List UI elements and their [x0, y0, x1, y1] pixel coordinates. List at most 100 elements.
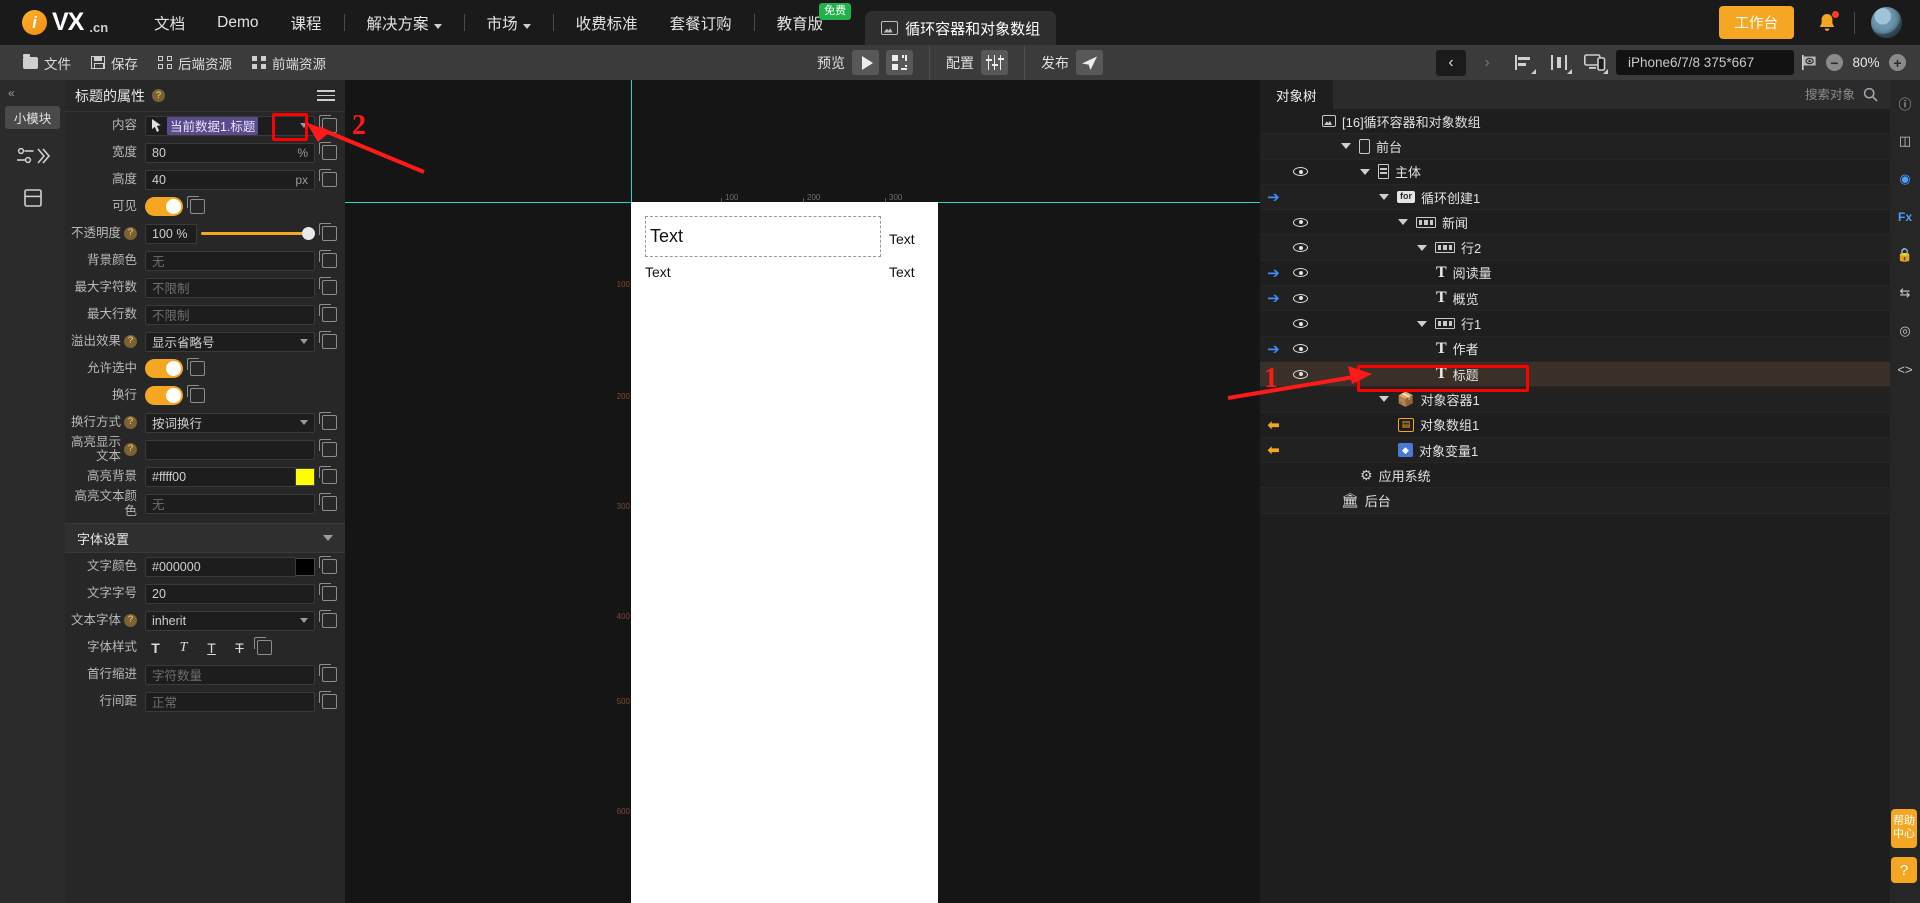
- underline-button[interactable]: T: [201, 638, 222, 657]
- nav-item-packages[interactable]: 套餐订购: [654, 0, 748, 45]
- nav-item-docs[interactable]: 文档: [138, 0, 201, 45]
- nav-item-solutions[interactable]: 解决方案: [351, 0, 458, 45]
- visibility-cell[interactable]: [1287, 286, 1314, 311]
- tree-row-label-group[interactable]: 🏛 后台: [1341, 491, 1391, 510]
- property-input[interactable]: 正常: [145, 691, 315, 712]
- copy-icon[interactable]: [319, 691, 337, 709]
- copy-icon[interactable]: [319, 277, 337, 295]
- nav-item-pricing[interactable]: 收费标准: [560, 0, 654, 45]
- publish-button[interactable]: [1076, 50, 1103, 75]
- chevron-down-icon[interactable]: [300, 339, 308, 344]
- color-swatch[interactable]: [295, 557, 315, 576]
- goto-arrow-icon[interactable]: ➔: [1267, 340, 1280, 358]
- color-swatch[interactable]: [295, 467, 315, 486]
- nav-item-demo[interactable]: Demo: [201, 0, 274, 45]
- copy-icon[interactable]: [319, 331, 337, 349]
- goto-arrow-icon[interactable]: ➔: [1267, 264, 1280, 282]
- device-selector[interactable]: iPhone6/7/8 375*667: [1616, 50, 1794, 75]
- visibility-cell[interactable]: [1287, 336, 1314, 361]
- small-module-button[interactable]: 小模块: [5, 106, 60, 129]
- plugins-icon[interactable]: ◉: [1890, 164, 1920, 194]
- help-center-button[interactable]: 帮助中心: [1891, 808, 1917, 848]
- goto-arrow-icon[interactable]: ➔: [1267, 188, 1280, 206]
- redo-forward-button[interactable]: ›: [1472, 50, 1502, 76]
- tree-row[interactable]: [16]循环容器和对象数组: [1260, 109, 1890, 135]
- visibility-toggle-icon[interactable]: [1800, 54, 1820, 71]
- preview-play-button[interactable]: [852, 50, 879, 75]
- back-arrow-icon[interactable]: ⬅: [1267, 416, 1280, 434]
- eye-icon[interactable]: [1293, 319, 1308, 329]
- goto-arrow-icon[interactable]: ➔: [1267, 289, 1280, 307]
- property-input[interactable]: [145, 439, 315, 460]
- selected-element-outline[interactable]: Text: [645, 216, 881, 257]
- help-icon[interactable]: ?: [124, 443, 137, 456]
- workbench-button[interactable]: 工作台: [1718, 6, 1794, 39]
- property-toggle[interactable]: [145, 197, 183, 216]
- lock-icon[interactable]: 🔒: [1890, 240, 1920, 270]
- undo-back-button[interactable]: ‹: [1436, 49, 1466, 76]
- font-settings-section-header[interactable]: 字体设置: [65, 523, 345, 553]
- italic-button[interactable]: T: [173, 638, 194, 657]
- visibility-cell[interactable]: [1287, 260, 1314, 285]
- visibility-cell[interactable]: [1287, 159, 1314, 184]
- notification-bell-icon[interactable]: [1816, 10, 1839, 35]
- nav-item-courses[interactable]: 课程: [275, 0, 338, 45]
- qr-code-button[interactable]: [886, 50, 913, 75]
- tree-row[interactable]: 行1: [1260, 311, 1890, 337]
- tree-row-label-group[interactable]: 主体: [1360, 162, 1421, 181]
- file-menu-button[interactable]: 文件: [14, 49, 80, 77]
- component-list-icon[interactable]: [13, 141, 53, 171]
- chevron-down-icon[interactable]: [300, 123, 308, 128]
- help-icon[interactable]: ?: [152, 89, 165, 102]
- tree-row-label-group[interactable]: ⚙ 应用系统: [1360, 466, 1431, 485]
- align-horizontal-button[interactable]: [1508, 50, 1538, 76]
- copy-icon[interactable]: [319, 664, 337, 682]
- copy-icon[interactable]: [187, 358, 205, 376]
- copy-icon[interactable]: [319, 250, 337, 268]
- back-arrow-icon[interactable]: ⬅: [1267, 441, 1280, 459]
- copy-icon[interactable]: [319, 223, 337, 241]
- tree-row[interactable]: 主体: [1260, 160, 1890, 185]
- help-icon[interactable]: ?: [124, 335, 137, 348]
- tree-row[interactable]: 行2: [1260, 235, 1890, 261]
- property-input[interactable]: 无: [145, 493, 315, 514]
- copy-icon[interactable]: [319, 412, 337, 430]
- tree-row-label-group[interactable]: [16]循环容器和对象数组: [1322, 112, 1481, 131]
- code-icon[interactable]: <>: [1890, 354, 1920, 384]
- tree-row-label-group[interactable]: T 作者: [1436, 339, 1479, 358]
- copy-icon[interactable]: [319, 142, 337, 160]
- expand-arrow-icon[interactable]: [1417, 244, 1427, 251]
- tree-row-label-group[interactable]: 📦 对象容器1: [1379, 390, 1480, 409]
- property-toggle[interactable]: [145, 386, 183, 405]
- tree-row[interactable]: ➔ for 循环创建1: [1260, 184, 1890, 211]
- search-input[interactable]: [1705, 87, 1855, 102]
- frontend-resource-button[interactable]: 前端资源: [243, 49, 335, 77]
- help-icon[interactable]: ?: [124, 614, 137, 627]
- copy-icon[interactable]: [187, 196, 205, 214]
- zoom-in-button[interactable]: +: [1889, 54, 1906, 71]
- nav-item-education[interactable]: 教育版 免费: [761, 0, 852, 45]
- eye-icon[interactable]: [1293, 293, 1308, 303]
- tree-row-label-group[interactable]: 前台: [1341, 137, 1402, 156]
- tree-row-label-group[interactable]: T 标题: [1436, 365, 1479, 384]
- tree-row[interactable]: ➔ T 阅读量: [1260, 260, 1890, 287]
- tree-row[interactable]: ➔ T 作者: [1260, 336, 1890, 362]
- backend-resource-button[interactable]: 后端资源: [149, 49, 241, 77]
- tree-row-label-group[interactable]: ▤ 对象数组1: [1398, 415, 1479, 434]
- property-input[interactable]: 不限制: [145, 277, 315, 298]
- help-icon[interactable]: ?: [124, 416, 137, 429]
- tab-object-tree[interactable]: 对象树: [1260, 80, 1333, 109]
- eye-icon[interactable]: [1293, 217, 1308, 227]
- expand-arrow-icon[interactable]: [1398, 219, 1408, 226]
- property-input[interactable]: #ffff00: [145, 466, 296, 487]
- design-canvas[interactable]: 100 200 300 100 200 300 400 500 600 Text…: [345, 80, 1260, 903]
- property-input[interactable]: 40 px: [145, 169, 315, 190]
- tree-row-label-group[interactable]: T 阅读量: [1436, 263, 1492, 282]
- slider-knob[interactable]: [302, 227, 315, 240]
- info-panel-icon[interactable]: ⓘ: [1890, 88, 1920, 118]
- bold-button[interactable]: T: [145, 638, 166, 657]
- visibility-cell[interactable]: [1287, 210, 1314, 235]
- property-input[interactable]: 20: [145, 583, 315, 604]
- tree-row-label-group[interactable]: 新闻: [1398, 213, 1468, 232]
- property-input[interactable]: 当前数据1.标题: [145, 115, 315, 136]
